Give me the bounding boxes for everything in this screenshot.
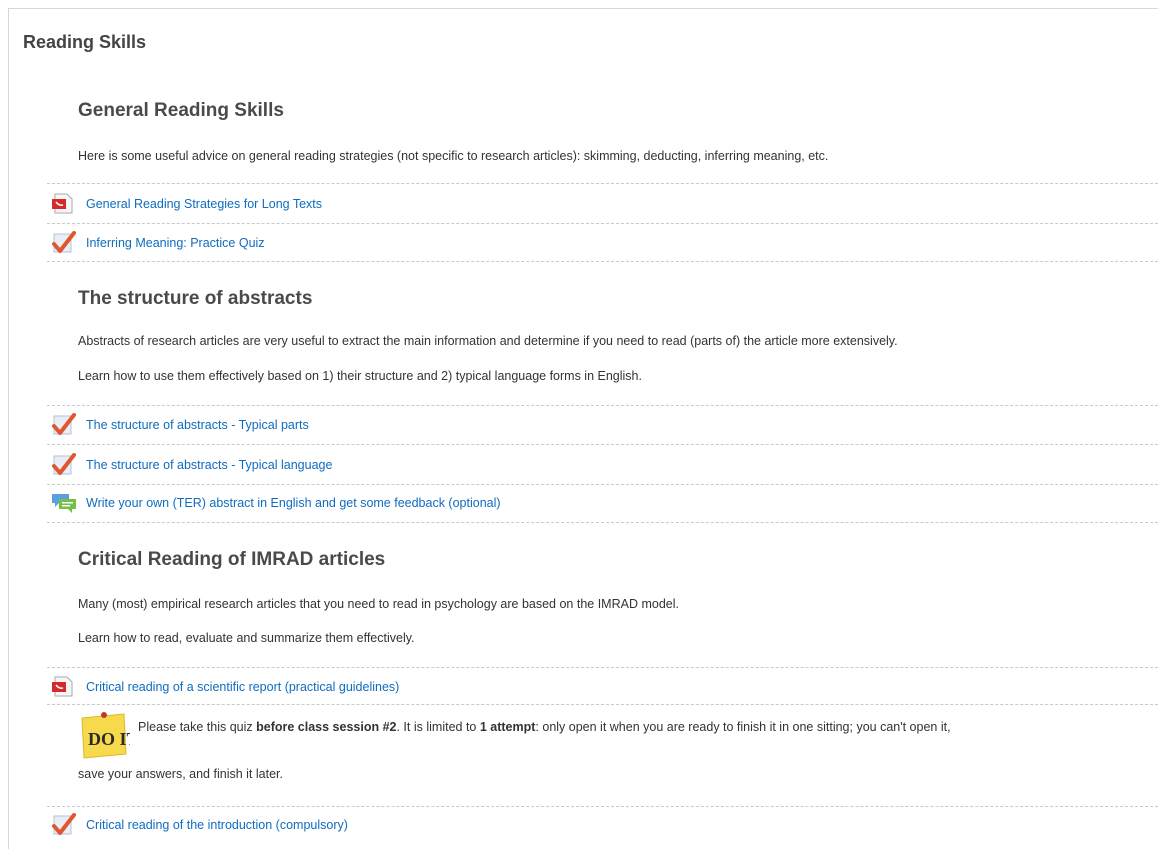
activity-critical-reading-introduction[interactable]: Critical reading of the introduction (co… [50,812,348,838]
activity-link[interactable]: The structure of abstracts - Typical par… [86,418,309,432]
divider [47,806,1158,807]
notice-text: : only open it when you are ready to fin… [535,720,951,734]
divider [47,405,1158,406]
quiz-check-icon [50,231,78,255]
divider [47,704,1158,705]
activity-link[interactable]: Write your own (TER) abstract in English… [86,496,501,510]
divider [47,667,1158,668]
abstracts-description-2: Learn how to use them effectively based … [78,369,642,383]
imrad-heading: Critical Reading of IMRAD articles [78,549,386,570]
quiz-check-icon [50,813,78,837]
activity-link[interactable]: Critical reading of the introduction (co… [86,818,348,832]
abstracts-heading: The structure of abstracts [78,288,313,309]
divider [47,183,1158,184]
pdf-icon [50,675,78,699]
divider [47,261,1158,262]
activity-abstracts-language[interactable]: The structure of abstracts - Typical lan… [50,452,332,478]
activity-abstracts-parts[interactable]: The structure of abstracts - Typical par… [50,412,309,438]
general-heading: General Reading Skills [78,100,284,121]
activity-general-strategies[interactable]: General Reading Strategies for Long Text… [50,191,322,217]
notice-bold: before class session #2 [256,720,397,734]
divider [47,223,1158,224]
imrad-description-2: Learn how to read, evaluate and summariz… [78,631,415,645]
activity-link[interactable]: Critical reading of a scientific report … [86,680,399,694]
abstracts-description-1: Abstracts of research articles are very … [78,334,898,348]
do-it-note-icon: DO IT [78,708,139,760]
quiz-check-icon [50,413,78,437]
divider [47,444,1158,445]
pdf-icon [50,192,78,216]
section-title: Reading Skills [23,32,147,52]
quiz-notice-line-2: save your answers, and finish it later. [78,767,283,781]
activity-link[interactable]: Inferring Meaning: Practice Quiz [86,236,265,250]
divider [47,484,1158,485]
notice-text: . It is limited to [396,720,480,734]
activity-abstract-forum[interactable]: Write your own (TER) abstract in English… [50,490,501,516]
notice-bold: 1 attempt [479,720,536,734]
quiz-notice-line-1: Please take this quiz before class sessi… [138,720,951,734]
activity-link[interactable]: General Reading Strategies for Long Text… [86,197,322,211]
notice-text: Please take this quiz [138,720,257,734]
quiz-check-icon [50,453,78,477]
activity-link[interactable]: The structure of abstracts - Typical lan… [86,458,332,472]
forum-icon [50,491,78,515]
activity-inferring-quiz[interactable]: Inferring Meaning: Practice Quiz [50,230,265,256]
divider [47,522,1158,523]
imrad-description-1: Many (most) empirical research articles … [78,597,679,611]
svg-text:DO IT: DO IT [88,729,130,749]
activity-critical-reading-guidelines[interactable]: Critical reading of a scientific report … [50,674,399,700]
general-description: Here is some useful advice on general re… [78,149,829,163]
